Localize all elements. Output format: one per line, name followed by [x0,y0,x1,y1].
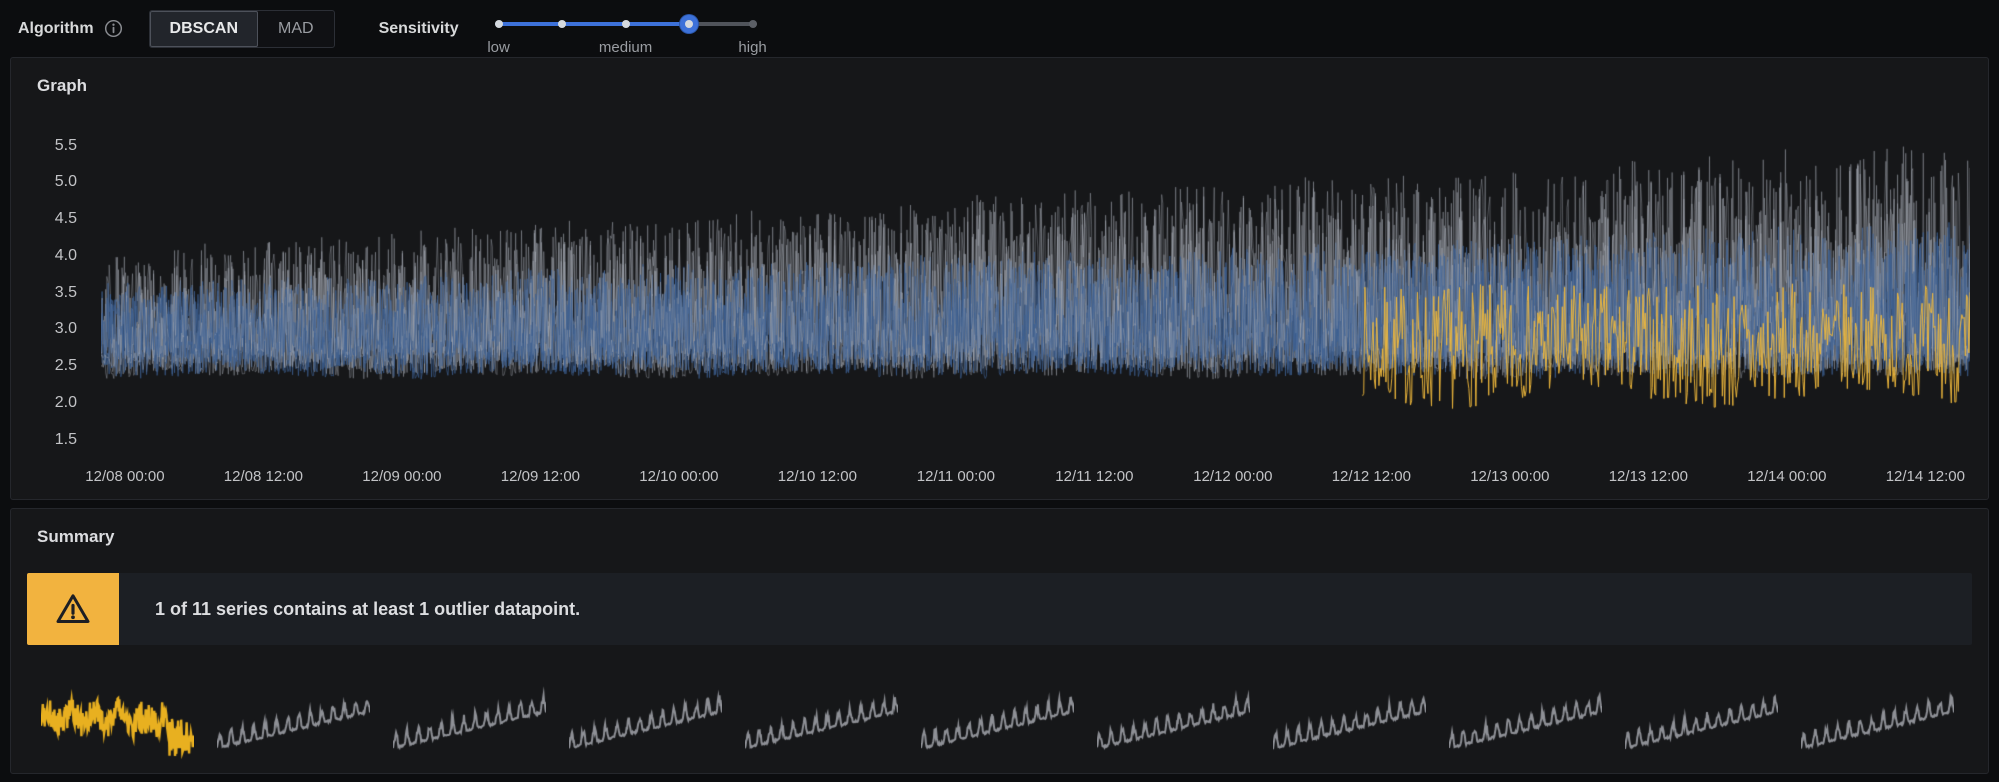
summary-panel: Summary 1 of 11 series contains at least… [10,508,1989,774]
slider-label-medium: medium [599,39,652,56]
algorithm-label: Algorithm [18,20,94,38]
sparkline-canvas [41,676,194,768]
x-axis-label: 12/09 12:00 [501,468,580,485]
slider-tick[interactable] [622,20,630,28]
sparkline-canvas [569,676,722,768]
algorithm-toggle: DBSCANMAD [149,10,335,48]
sparkline-thumbnail[interactable] [569,676,722,768]
graph-panel: Graph 5.55.04.54.03.53.02.52.01.5 12/08 … [10,57,1989,500]
slider-tick[interactable] [749,20,757,28]
algorithm-option-dbscan[interactable]: DBSCAN [150,11,258,47]
y-axis-label: 3.0 [55,320,77,338]
warning-triangle-icon [27,573,119,645]
x-axis-label: 12/13 12:00 [1609,468,1688,485]
x-axis-label: 12/12 12:00 [1332,468,1411,485]
graph-canvas[interactable] [101,122,1970,458]
slider-label-high: high [738,39,766,56]
slider-tick[interactable] [495,20,503,28]
x-axis-label: 12/11 12:00 [1055,468,1133,485]
x-axis-label: 12/08 00:00 [85,468,164,485]
x-axis-label: 12/10 12:00 [778,468,857,485]
sparkline-thumbnail[interactable] [1625,676,1778,768]
sparkline-canvas [1273,676,1426,768]
y-axis-label: 4.0 [55,247,77,265]
sparkline-thumbnail[interactable] [1801,676,1954,768]
summary-panel-title: Summary [37,527,114,547]
x-axis-label: 12/10 00:00 [639,468,718,485]
info-icon[interactable] [104,19,123,38]
sparkline-canvas [921,676,1074,768]
y-axis: 5.5 5.0 4.5 4.0 3.5 3.0 2.5 2.0 1.5 [11,58,93,499]
x-axis-label: 12/11 00:00 [917,468,995,485]
toolbar: Algorithm DBSCANMAD Sensitivity lowmediu… [0,0,1999,57]
y-axis-label: 2.0 [55,394,77,412]
x-axis-label: 12/09 00:00 [362,468,441,485]
sensitivity-label: Sensitivity [379,20,459,38]
plot-area [101,122,1970,458]
sparkline-thumbnail[interactable] [393,676,546,768]
sparkline-canvas [1097,676,1250,768]
y-axis-label: 5.0 [55,173,77,191]
x-axis-label: 12/14 00:00 [1747,468,1826,485]
sparkline-canvas [393,676,546,768]
sparkline-canvas [1801,676,1954,768]
sparkline-canvas [1625,676,1778,768]
x-axis-label: 12/13 00:00 [1470,468,1549,485]
y-axis-label: 4.5 [55,210,77,228]
sparkline-thumbnail[interactable] [1097,676,1250,768]
x-axis-label: 12/12 00:00 [1193,468,1272,485]
outlier-alert: 1 of 11 series contains at least 1 outli… [27,573,1972,645]
y-axis-label: 5.5 [55,137,77,155]
sparkline-thumbnail[interactable] [1449,676,1602,768]
sparkline-thumbnail[interactable] [921,676,1074,768]
sparkline-thumbnail[interactable] [217,676,370,768]
x-axis-label: 12/14 12:00 [1886,468,1965,485]
sensitivity-slider[interactable]: lowmediumhigh [495,9,757,59]
slider-track-fill [495,22,692,26]
x-axis: 12/08 00:0012/08 12:0012/09 00:0012/09 1… [101,468,1970,490]
sparkline-thumbnail[interactable] [1273,676,1426,768]
y-axis-label: 1.5 [55,431,77,449]
slider-tick[interactable] [558,20,566,28]
slider-label-low: low [487,39,510,56]
sparkline-canvas [745,676,898,768]
sparkline-thumbnail[interactable] [745,676,898,768]
y-axis-label: 3.5 [55,284,77,302]
sparkline-canvas [217,676,370,768]
x-axis-label: 12/08 12:00 [224,468,303,485]
sparkline-canvas [1449,676,1602,768]
slider-tick[interactable] [685,20,693,28]
sparkline-thumbnail-outlier[interactable] [41,676,194,768]
y-axis-label: 2.5 [55,357,77,375]
alert-message: 1 of 11 series contains at least 1 outli… [155,599,580,620]
algorithm-option-mad[interactable]: MAD [258,11,334,47]
series-thumbnails [41,676,1954,768]
